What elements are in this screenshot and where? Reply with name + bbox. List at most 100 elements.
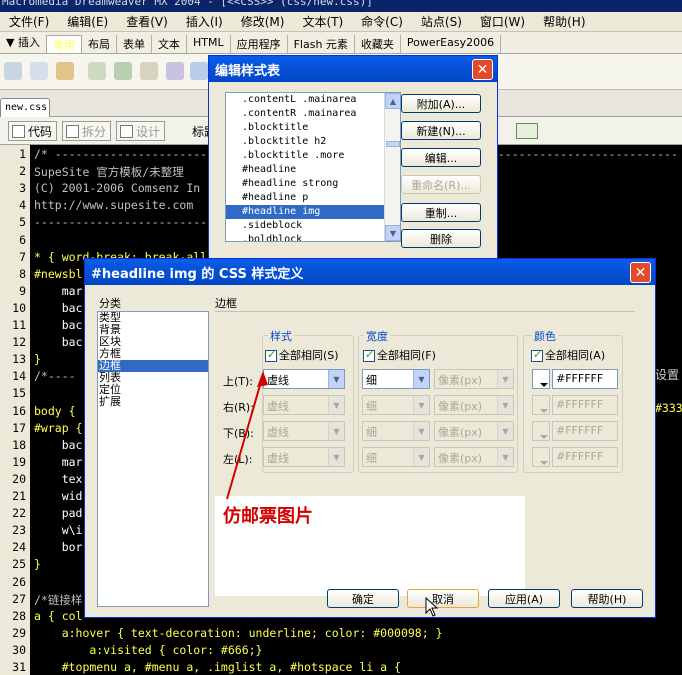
code-view-button[interactable]: 代码 [8, 121, 58, 141]
scroll-thumb[interactable] [386, 141, 400, 147]
scroll-down-icon[interactable]: ▼ [385, 225, 400, 241]
border-style-select[interactable]: 虚线 ▼ [263, 421, 345, 441]
menu-item-9[interactable]: 帮助(H) [534, 13, 594, 30]
color-swatch-button[interactable] [532, 447, 550, 467]
border-unit-select[interactable]: 像素(px) ▼ [434, 369, 514, 389]
selector-item[interactable]: #headline strong [226, 177, 400, 191]
attach-button[interactable]: 附加(A)... [401, 94, 481, 113]
apply-button[interactable]: 应用(A) [488, 589, 560, 608]
menu-item-8[interactable]: 窗口(W) [471, 13, 534, 30]
selector-item[interactable]: .blocktitle .more [226, 149, 400, 163]
edit-stylesheet-titlebar: 编辑样式表 ✕ [209, 56, 497, 82]
border-style-select[interactable]: 虚线 ▼ [263, 395, 345, 415]
line-number: 8 [19, 266, 26, 281]
insert-panel-toggle[interactable]: ▼ 插入 [0, 31, 46, 53]
border-width-value: 细 [366, 374, 377, 387]
menu-item-6[interactable]: 命令(C) [352, 13, 412, 30]
color-swatch-button[interactable] [532, 369, 550, 389]
border-unit-select[interactable]: 像素(px) ▼ [434, 447, 514, 467]
insert-tab-3[interactable]: 文本 [152, 35, 187, 53]
window-title: Macromedia Dreamweaver MX 2004 - [<<CSS>… [2, 0, 373, 8]
code-line: #newsbl [34, 266, 83, 281]
color-same-all-checkbox[interactable]: 全部相同(A) [531, 347, 605, 363]
style-same-all-checkbox[interactable]: 全部相同(S) [265, 347, 339, 363]
view-options-icon[interactable] [516, 123, 538, 139]
comment-icon[interactable] [190, 62, 208, 80]
line-number: 30 [12, 642, 26, 657]
insert-tab-8[interactable]: PowerEasy2006 [401, 35, 502, 53]
selector-item[interactable]: .blocktitle [226, 121, 400, 135]
menu-item-3[interactable]: 插入(I) [177, 13, 232, 30]
image-icon[interactable] [114, 62, 132, 80]
insert-tab-5[interactable]: 应用程序 [231, 35, 288, 53]
selector-item[interactable]: .blocktitle h2 [226, 135, 400, 149]
edit-button[interactable]: 编辑... [401, 148, 481, 167]
border-color-input[interactable]: #FFFFFF [552, 369, 618, 389]
new-button[interactable]: 新建(N)... [401, 121, 481, 140]
border-width-select[interactable]: 细 ▼ [362, 369, 430, 389]
width-same-all-checkbox[interactable]: 全部相同(F) [363, 347, 436, 363]
design-view-button[interactable]: 设计 [116, 121, 166, 141]
document-tab-new-css[interactable]: new.css [0, 98, 50, 117]
insert-tab-4[interactable]: HTML [187, 35, 231, 53]
ok-button[interactable]: 确定 [327, 589, 399, 608]
category-list[interactable]: 类型 背景 区块 方框 边框 列表 定位 扩展 [97, 311, 209, 607]
insert-tab-0[interactable]: 常用 [45, 35, 82, 53]
close-icon[interactable]: ✕ [630, 262, 651, 283]
border-width-select[interactable]: 细 ▼ [362, 447, 430, 467]
selector-item[interactable]: .boldblock [226, 233, 400, 241]
selector-item[interactable]: #headline p [226, 191, 400, 205]
border-unit-select[interactable]: 像素(px) ▼ [434, 395, 514, 415]
delete-button[interactable]: 删除 [401, 229, 481, 248]
insert-tab-7[interactable]: 收藏夹 [355, 35, 401, 53]
selector-item[interactable]: .contentR .mainarea [226, 107, 400, 121]
menu-item-0[interactable]: 文件(F) [0, 13, 58, 30]
line-number: 19 [12, 454, 26, 469]
selector-item[interactable]: #headline img [226, 205, 400, 219]
annotation-arrow [226, 371, 268, 500]
line-number: 23 [12, 523, 26, 538]
rename-button[interactable]: 重命名(R)... [401, 175, 481, 194]
scroll-up-icon[interactable]: ▲ [385, 93, 400, 109]
selector-list-scrollbar[interactable]: ▲ ▼ [384, 93, 400, 241]
close-icon[interactable]: ✕ [472, 59, 493, 80]
menu-item-5[interactable]: 文本(T) [293, 13, 352, 30]
border-style-select[interactable]: 虚线 ▼ [263, 369, 345, 389]
insert-tab-2[interactable]: 表单 [117, 35, 152, 53]
border-width-select[interactable]: 细 ▼ [362, 395, 430, 415]
named-anchor-icon[interactable] [56, 62, 74, 80]
menu-item-2[interactable]: 查看(V) [117, 13, 177, 30]
split-view-button[interactable]: 拆分 [62, 121, 112, 141]
border-style-select[interactable]: 虚线 ▼ [263, 447, 345, 467]
category-item[interactable]: 扩展 [98, 396, 208, 408]
border-color-input[interactable]: #FFFFFF [552, 421, 618, 441]
duplicate-button[interactable]: 重制... [401, 203, 481, 222]
media-icon[interactable] [140, 62, 158, 80]
color-swatch-button[interactable] [532, 421, 550, 441]
menu-item-7[interactable]: 站点(S) [412, 13, 471, 30]
color-swatch-button[interactable] [532, 395, 550, 415]
table-icon[interactable] [88, 62, 106, 80]
selector-item[interactable]: #headline [226, 163, 400, 177]
border-color-input[interactable]: #FFFFFF [552, 447, 618, 467]
selector-list[interactable]: .contentL .mainarea .contentR .mainarea .b… [225, 92, 401, 242]
border-color-input[interactable]: #FFFFFF [552, 395, 618, 415]
email-link-icon[interactable] [30, 62, 48, 80]
line-number: 10 [12, 300, 26, 315]
menu-bar: 文件(F) 编辑(E) 查看(V) 插入(I) 修改(M) 文本(T) 命令(C) 站点(S)… [0, 12, 682, 32]
code-line: mar [34, 283, 83, 298]
selector-item[interactable]: .sideblock [226, 219, 400, 233]
chevron-down-icon: ▼ [328, 422, 344, 440]
selector-item[interactable]: .contentL .mainarea [226, 93, 400, 107]
hyperlink-icon[interactable] [4, 62, 22, 80]
insert-tab-1[interactable]: 布局 [82, 35, 117, 53]
menu-item-4[interactable]: 修改(M) [232, 13, 294, 30]
border-width-select[interactable]: 细 ▼ [362, 421, 430, 441]
help-button[interactable]: 帮助(H) [571, 589, 643, 608]
insert-tab-6[interactable]: Flash 元素 [288, 35, 355, 53]
cancel-button[interactable]: 取消 [407, 589, 479, 608]
date-icon[interactable] [166, 62, 184, 80]
border-unit-select[interactable]: 像素(px) ▼ [434, 421, 514, 441]
checkbox-checked-icon [265, 348, 277, 362]
menu-item-1[interactable]: 编辑(E) [58, 13, 117, 30]
